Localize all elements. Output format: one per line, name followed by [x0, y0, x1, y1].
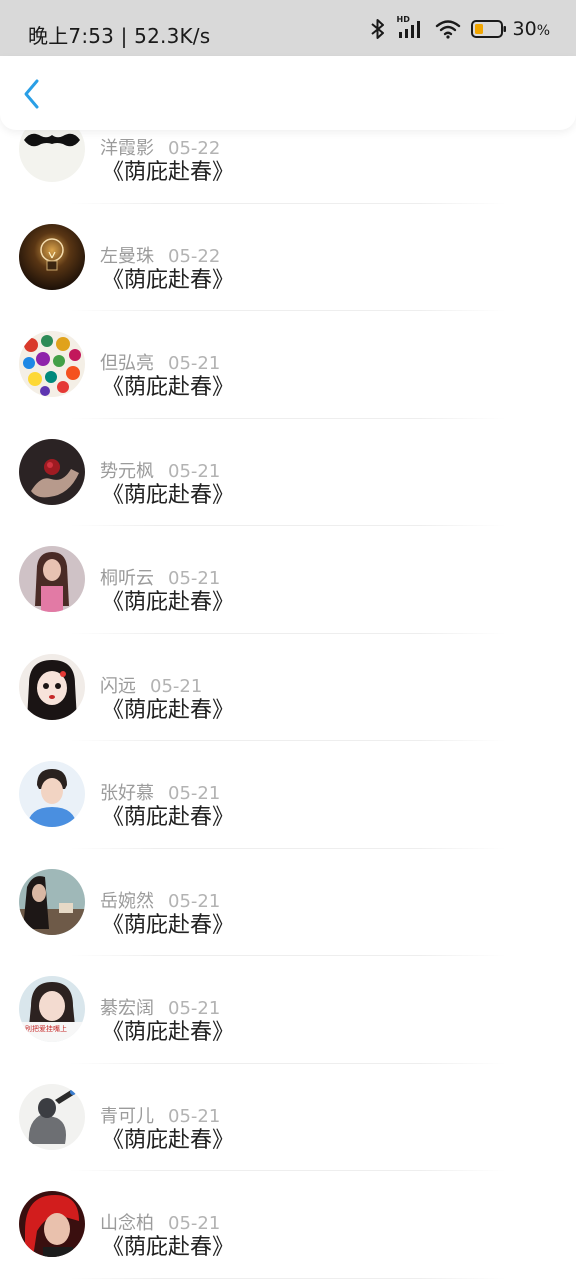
status-icons: HD 30% — [369, 15, 551, 40]
avatar[interactable]: 别把爱挂嘴上 — [19, 976, 85, 1042]
avatar-caption: 别把爱挂嘴上 — [25, 1025, 67, 1033]
signal-hd-icon: HD — [397, 15, 425, 40]
list-item[interactable]: 张好慕 05-21 《荫庇赴春》 — [0, 741, 576, 849]
chevron-left-icon — [24, 79, 39, 109]
comment-text: 《荫庇赴春》 — [102, 375, 235, 400]
comment-text: 《荫庇赴春》 — [102, 590, 235, 615]
list-item[interactable]: 势元枫 05-21 《荫庇赴春》 — [0, 419, 576, 526]
avatar[interactable] — [19, 653, 85, 720]
comment-text: 《荫庇赴春》 — [102, 1127, 235, 1153]
divider — [70, 1277, 506, 1279]
avatar[interactable] — [19, 868, 85, 935]
avatar[interactable] — [19, 761, 85, 827]
avatar[interactable] — [19, 1191, 85, 1257]
comment-text: 《荫庇赴春》 — [102, 1020, 235, 1045]
avatar[interactable] — [19, 223, 85, 290]
comment-text: 《荫庇赴春》 — [102, 160, 235, 185]
battery-icon — [470, 20, 507, 38]
comment-list: 洋霞影 05-22 《荫庇赴春》 左曼珠 05-22 《荫庇赴春》 但弘亮 05… — [0, 96, 576, 1279]
back-button[interactable] — [14, 76, 50, 112]
battery-indicator: 30% — [470, 18, 551, 40]
battery-level: 30% — [512, 18, 551, 40]
header-bar — [0, 56, 576, 130]
list-item[interactable]: 桐听云 05-21 《荫庇赴春》 — [0, 526, 576, 634]
comment-text: 《荫庇赴春》 — [102, 912, 235, 938]
list-item[interactable]: 别把爱挂嘴上 綦宏阔 05-21 《荫庇赴春》 — [0, 956, 576, 1064]
avatar[interactable] — [19, 438, 85, 505]
comment-text: 《荫庇赴春》 — [102, 482, 235, 508]
bluetooth-icon — [369, 18, 387, 40]
avatar[interactable] — [19, 331, 85, 397]
list-item[interactable]: 青可儿 05-21 《荫庇赴春》 — [0, 1064, 576, 1171]
comment-list-screen: 晚上7:53 | 52.3K/s HD 30% 洋霞影 05-22 《荫庇赴春》… — [0, 0, 576, 1280]
comment-text: 《荫庇赴春》 — [102, 267, 235, 293]
avatar[interactable] — [19, 1083, 85, 1150]
list-item[interactable]: 闪远 05-21 《荫庇赴春》 — [0, 634, 576, 741]
comment-text: 《荫庇赴春》 — [102, 697, 235, 723]
comment-text: 《荫庇赴春》 — [102, 1235, 235, 1260]
status-time-speed: 晚上7:53 | 52.3K/s — [28, 24, 211, 48]
list-item[interactable]: 左曼珠 05-22 《荫庇赴春》 — [0, 204, 576, 311]
list-item[interactable]: 岳婉然 05-21 《荫庇赴春》 — [0, 849, 576, 956]
list-item[interactable]: 山念柏 05-21 《荫庇赴春》 — [0, 1171, 576, 1279]
avatar[interactable] — [19, 546, 85, 612]
wifi-icon — [435, 19, 461, 39]
list-item[interactable]: 但弘亮 05-21 《荫庇赴春》 — [0, 311, 576, 419]
comment-text: 《荫庇赴春》 — [102, 805, 235, 830]
